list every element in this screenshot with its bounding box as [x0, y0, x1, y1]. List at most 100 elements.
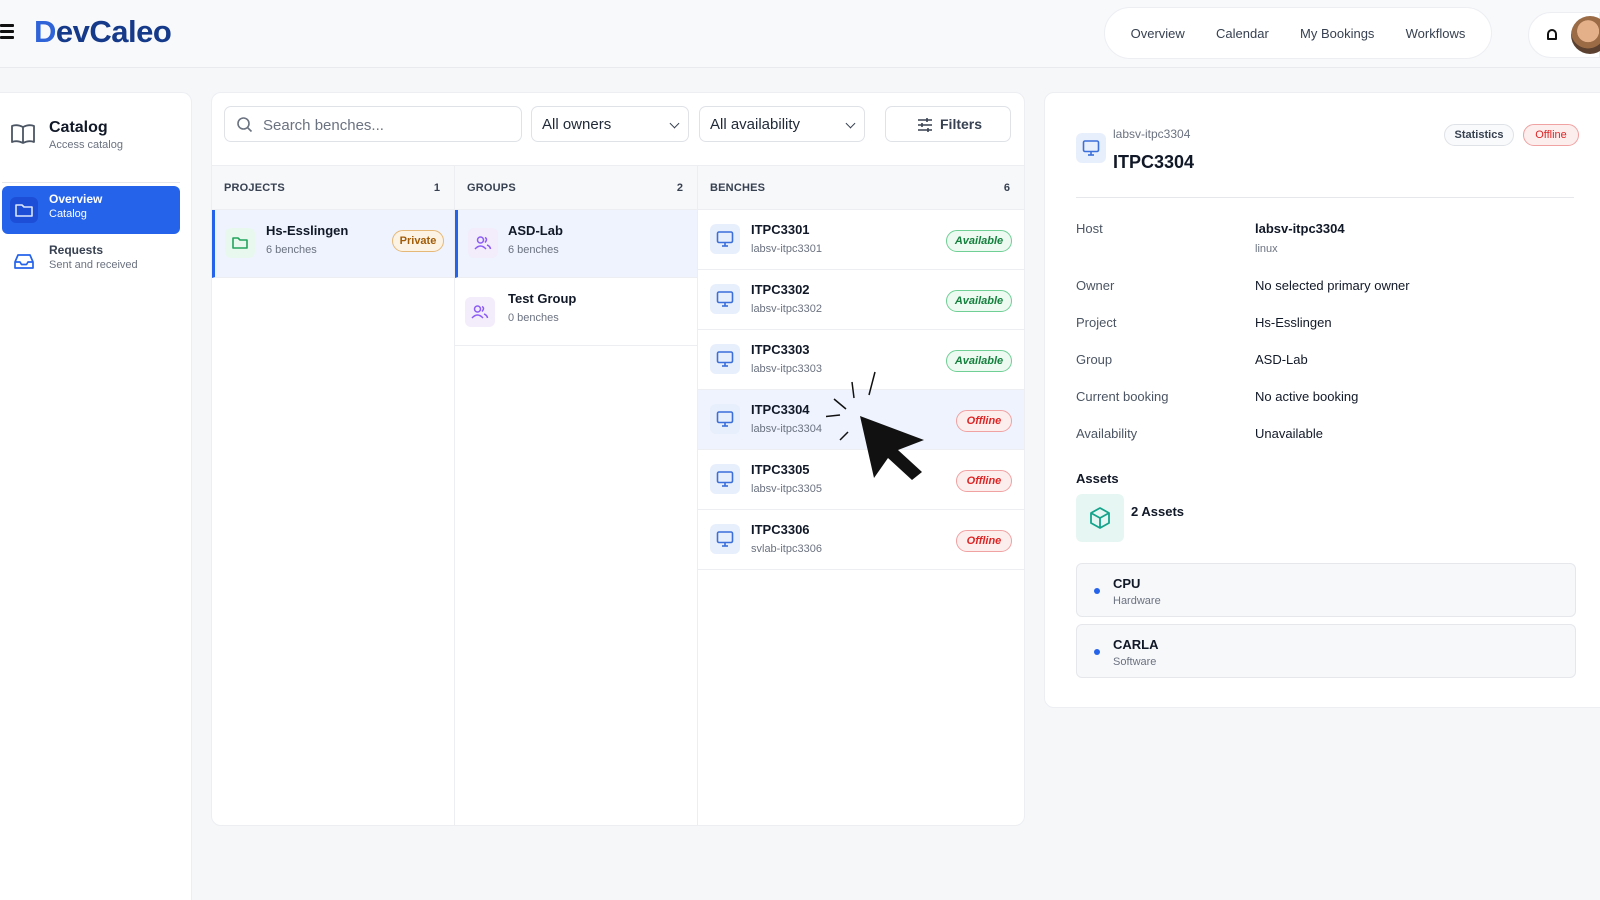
detail-title: ITPC3304	[1113, 152, 1195, 172]
search-box[interactable]	[224, 106, 522, 142]
nav-workflows[interactable]: Workflows	[1406, 26, 1466, 41]
group-bench-count: 6 benches	[508, 244, 559, 256]
availability-label: Availability	[1076, 426, 1138, 441]
chevron-down-icon	[845, 118, 856, 129]
host-value: labsv-itpc3304	[1255, 221, 1345, 236]
filters-button[interactable]: Filters	[885, 106, 1011, 142]
owner-select[interactable]: All owners	[531, 106, 689, 142]
column-count: 1	[433, 182, 440, 194]
group-row[interactable]: Test Group 0 benches	[455, 278, 697, 346]
search-input[interactable]	[263, 114, 513, 136]
sliders-icon	[918, 118, 932, 132]
monitor-icon	[710, 404, 740, 434]
column-title: PROJECTS	[224, 182, 285, 194]
project-row[interactable]: Hs-Esslingen 6 benches Private	[212, 210, 454, 278]
bench-host: labsv-itpc3302	[751, 303, 822, 315]
availability-select[interactable]: All availability	[699, 106, 865, 142]
group-row[interactable]: ASD-Lab 6 benches	[455, 210, 697, 278]
bench-name: ITPC3303	[751, 342, 810, 357]
project-label: Project	[1076, 315, 1117, 330]
mouse-cursor-icon	[826, 371, 924, 480]
catalog-columns: PROJECTS 1 Hs-Esslingen 6 benches Privat…	[212, 165, 1024, 826]
project-value: Hs-Esslingen	[1255, 315, 1332, 330]
group-name: ASD-Lab	[508, 223, 563, 238]
user-area	[1528, 12, 1600, 58]
sidebar-item-sublabel: Sent and received	[49, 259, 138, 271]
sidebar: Catalog Access catalog Overview Catalog …	[0, 92, 192, 900]
users-icon	[468, 228, 498, 258]
sidebar-item-overview[interactable]: Overview Catalog	[2, 186, 180, 234]
bench-name: ITPC3305	[751, 462, 810, 477]
book-icon	[11, 124, 35, 144]
bench-row[interactable]: ITPC3301 labsv-itpc3301 Available	[698, 210, 1024, 270]
search-icon	[237, 117, 253, 133]
bench-host: labsv-itpc3303	[751, 363, 822, 375]
host-os: linux	[1255, 243, 1278, 255]
asset-name: CARLA	[1113, 637, 1159, 652]
host-label: Host	[1076, 221, 1103, 236]
nav-overview[interactable]: Overview	[1131, 26, 1185, 41]
group-name: Test Group	[508, 291, 577, 306]
project-bench-count: 6 benches	[266, 244, 317, 256]
column-count: 6	[1003, 182, 1010, 194]
projects-header: PROJECTS 1	[212, 166, 454, 210]
status-badge: Offline	[956, 470, 1012, 492]
filters-label: Filters	[940, 116, 983, 132]
nav-calendar[interactable]: Calendar	[1216, 26, 1269, 41]
status-badge: Offline	[1523, 124, 1579, 146]
app-logo[interactable]: DevCaleo	[34, 14, 172, 50]
folder-icon	[10, 197, 38, 223]
sidebar-item-label: Overview	[49, 192, 103, 206]
inbox-icon	[10, 248, 38, 274]
group-value: ASD-Lab	[1255, 352, 1308, 367]
asset-type: Software	[1113, 656, 1157, 668]
sidebar-title: Catalog	[49, 119, 108, 136]
owner-label: Owner	[1076, 278, 1115, 293]
monitor-icon	[710, 284, 740, 314]
bench-name: ITPC3302	[751, 282, 810, 297]
groups-header: GROUPS 2	[455, 166, 697, 210]
project-name: Hs-Esslingen	[266, 223, 349, 238]
bench-host: labsv-itpc3305	[751, 483, 822, 495]
bench-row[interactable]: ITPC3302 labsv-itpc3302 Available	[698, 270, 1024, 330]
asset-card[interactable]: CARLA Software	[1076, 624, 1576, 678]
monitor-icon	[710, 344, 740, 374]
sidebar-divider	[2, 182, 180, 183]
bench-name: ITPC3301	[751, 222, 810, 237]
column-count: 2	[676, 182, 683, 194]
top-nav: Overview Calendar My Bookings Workflows	[1104, 7, 1492, 59]
groups-column: GROUPS 2 ASD-Lab 6 benches Test Group 0 …	[455, 166, 698, 826]
private-badge: Private	[392, 230, 444, 252]
nav-my-bookings[interactable]: My Bookings	[1300, 26, 1374, 41]
statistics-button[interactable]: Statistics	[1444, 124, 1514, 146]
assets-count: 2 Assets	[1131, 504, 1184, 519]
bench-detail-panel: labsv-itpc3304 ITPC3304 Statistics Offli…	[1044, 92, 1600, 708]
avatar[interactable]	[1571, 16, 1600, 54]
bench-host: labsv-itpc3304	[751, 423, 822, 435]
monitor-icon	[710, 224, 740, 254]
status-badge: Offline	[956, 410, 1012, 432]
detail-host: labsv-itpc3304	[1113, 127, 1191, 141]
benches-column: BENCHES 6 ITPC3301 labsv-itpc3301 Availabl…	[698, 166, 1024, 826]
hamburger-menu-icon[interactable]	[0, 24, 14, 40]
top-header: DevCaleo Overview Calendar My Bookings W…	[0, 0, 1600, 68]
availability-select-value: All availability	[710, 116, 801, 133]
availability-value: Unavailable	[1255, 426, 1323, 441]
monitor-icon	[710, 464, 740, 494]
folder-icon	[225, 228, 255, 258]
group-bench-count: 0 benches	[508, 312, 559, 324]
bench-name: ITPC3306	[751, 522, 810, 537]
benches-header: BENCHES 6	[698, 166, 1024, 210]
status-badge: Available	[946, 350, 1012, 372]
asset-type: Hardware	[1113, 595, 1161, 607]
group-label: Group	[1076, 352, 1113, 367]
bell-icon[interactable]	[1547, 29, 1557, 40]
status-badge: Offline	[956, 530, 1012, 552]
asset-card[interactable]: CPU Hardware	[1076, 563, 1576, 617]
bench-host: svlab-itpc3306	[751, 543, 822, 555]
sidebar-item-requests[interactable]: Requests Sent and received	[2, 237, 180, 285]
owner-value: No selected primary owner	[1255, 278, 1410, 293]
bench-host: labsv-itpc3301	[751, 243, 822, 255]
assets-title: Assets	[1076, 471, 1119, 486]
bench-row[interactable]: ITPC3306 svlab-itpc3306 Offline	[698, 510, 1024, 570]
